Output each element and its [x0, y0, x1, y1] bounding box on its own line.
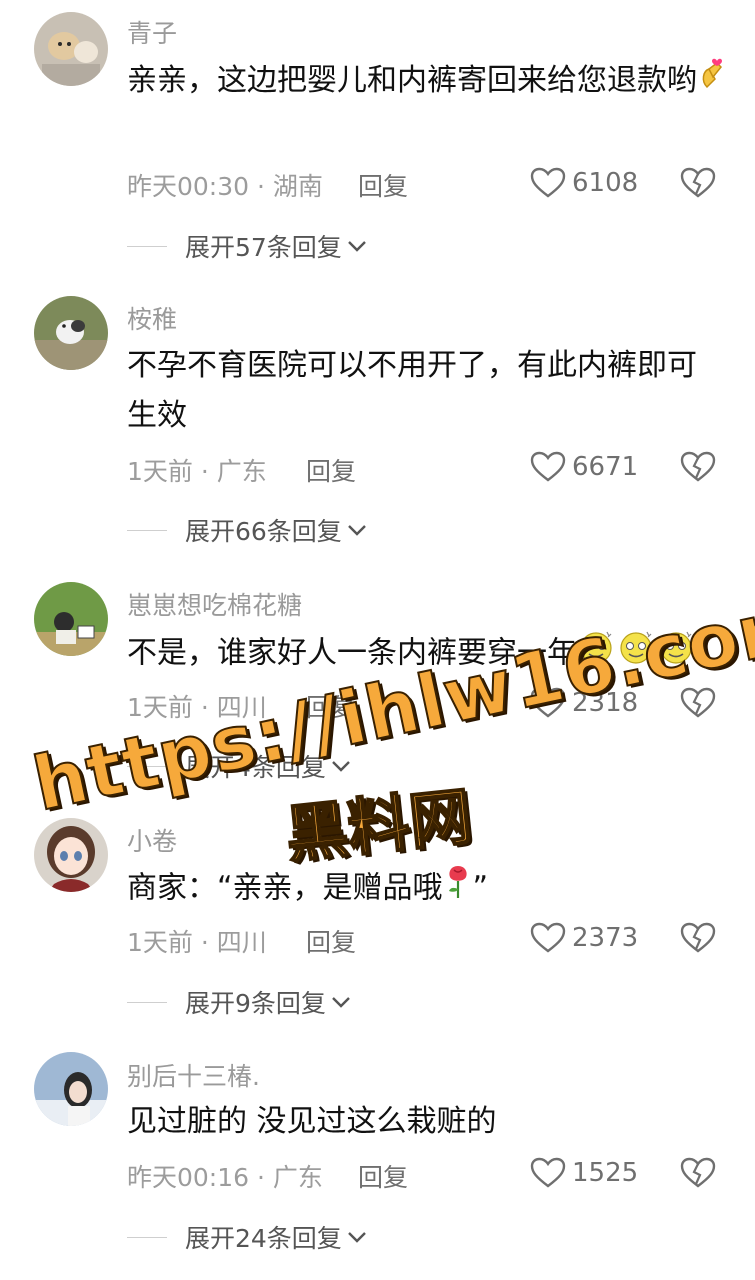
comment-text: 不是，谁家好人一条内裤要穿一年 [127, 627, 747, 681]
chevron-down-icon [347, 525, 366, 536]
location: 广东 [272, 1163, 323, 1192]
expand-replies-button[interactable]: 展开66条回复 [127, 512, 368, 548]
expand-replies-label: 展开57条回复 [185, 233, 342, 262]
avatar-illustration-image [34, 582, 108, 656]
expand-replies-button[interactable]: 展开24条回复 [127, 1219, 368, 1255]
chevron-down-icon [332, 997, 350, 1008]
divider-line [127, 765, 167, 767]
reply-button[interactable]: 回复 [306, 688, 356, 724]
username[interactable]: 小卷 [127, 822, 177, 858]
avatar[interactable] [34, 1052, 108, 1126]
dislike-button[interactable] [680, 1156, 716, 1190]
username[interactable]: 青子 [127, 14, 177, 50]
broken-heart-icon [680, 167, 716, 198]
divider-line [127, 245, 167, 247]
reply-button[interactable]: 回复 [358, 167, 408, 203]
location: 广东 [216, 457, 267, 486]
like-button[interactable]: 2373 [530, 920, 638, 956]
avatar[interactable] [34, 12, 108, 86]
dislike-button[interactable] [680, 166, 716, 200]
expand-replies-button[interactable]: 展开4条回复 [127, 748, 352, 784]
broken-heart-icon [680, 1157, 716, 1188]
expand-replies-label: 展开4条回复 [185, 753, 326, 782]
like-button[interactable]: 6108 [530, 165, 638, 201]
comment-text: 不孕不育医院可以不用开了，有此内裤即可生效 [127, 348, 697, 433]
avatar[interactable] [34, 818, 108, 892]
timestamp: 昨天00:16 [127, 1163, 250, 1192]
avatar[interactable] [34, 296, 108, 370]
heart-icon [530, 167, 566, 198]
like-count: 1525 [572, 1158, 639, 1188]
timestamp: 1天前 [127, 457, 193, 486]
like-count: 6671 [572, 452, 639, 482]
avatar-girl-photo-image [34, 1052, 108, 1126]
comment-meta: 昨天00:30 · 湖南 [127, 172, 323, 201]
divider-line [127, 1001, 167, 1003]
broken-heart-icon [680, 922, 716, 953]
rose-emoji-icon [443, 862, 473, 916]
expand-replies-label: 展开9条回复 [185, 989, 326, 1018]
avatar-anime-girl-image [34, 818, 108, 892]
username[interactable]: 桉稚 [127, 300, 177, 336]
avatar[interactable] [34, 582, 108, 656]
like-button[interactable]: 6671 [530, 449, 638, 485]
expand-replies-label: 展开24条回复 [185, 1224, 342, 1253]
dizzy-face-emoji-icon [577, 627, 697, 681]
reply-button[interactable]: 回复 [306, 923, 356, 959]
heart-icon [530, 922, 566, 953]
timestamp: 昨天00:30 [127, 172, 250, 201]
timestamp: 1天前 [127, 928, 193, 957]
like-button[interactable]: 2318 [530, 685, 638, 721]
avatar-cat-image [34, 296, 108, 370]
expand-replies-button[interactable]: 展开9条回复 [127, 984, 352, 1020]
comment-meta: 1天前 · 四川 [127, 693, 267, 722]
comment-meta: 昨天00:16 · 广东 [127, 1163, 323, 1192]
chevron-down-icon [347, 1232, 366, 1243]
avatar-dog-image [34, 12, 108, 86]
username[interactable]: 崽崽想吃棉花糖 [127, 586, 302, 622]
divider-line [127, 529, 167, 531]
location: 四川 [216, 693, 267, 722]
dislike-button[interactable] [680, 686, 716, 720]
dislike-button[interactable] [680, 921, 716, 955]
username[interactable]: 别后十三椿. [127, 1057, 260, 1093]
finger-heart-emoji-icon [697, 57, 727, 107]
divider-line [127, 1236, 167, 1238]
location: 湖南 [272, 172, 323, 201]
comment-meta: 1天前 · 广东 [127, 457, 267, 486]
broken-heart-icon [680, 451, 716, 482]
heart-icon [530, 687, 566, 718]
comment-meta: 1天前 · 四川 [127, 928, 267, 957]
comment-text: 亲亲，这边把婴儿和内裤寄回来给您退款哟 [127, 56, 727, 107]
reply-button[interactable]: 回复 [358, 1158, 408, 1194]
like-button[interactable]: 1525 [530, 1155, 638, 1191]
like-count: 6108 [572, 168, 639, 198]
chevron-down-icon [332, 761, 350, 772]
expand-replies-label: 展开66条回复 [185, 517, 342, 546]
broken-heart-icon [680, 687, 716, 718]
heart-icon [530, 451, 566, 482]
comment-text: 见过脏的 没见过这么栽赃的 [127, 1104, 497, 1139]
heart-icon [530, 1157, 566, 1188]
location: 四川 [216, 928, 267, 957]
expand-replies-button[interactable]: 展开57条回复 [127, 228, 368, 264]
dislike-button[interactable] [680, 450, 716, 484]
comment-text: 商家：“亲亲，是赠品哦” [127, 862, 727, 916]
like-count: 2318 [572, 688, 639, 718]
chevron-down-icon [347, 241, 366, 252]
like-count: 2373 [572, 923, 639, 953]
reply-button[interactable]: 回复 [306, 452, 356, 488]
timestamp: 1天前 [127, 693, 193, 722]
